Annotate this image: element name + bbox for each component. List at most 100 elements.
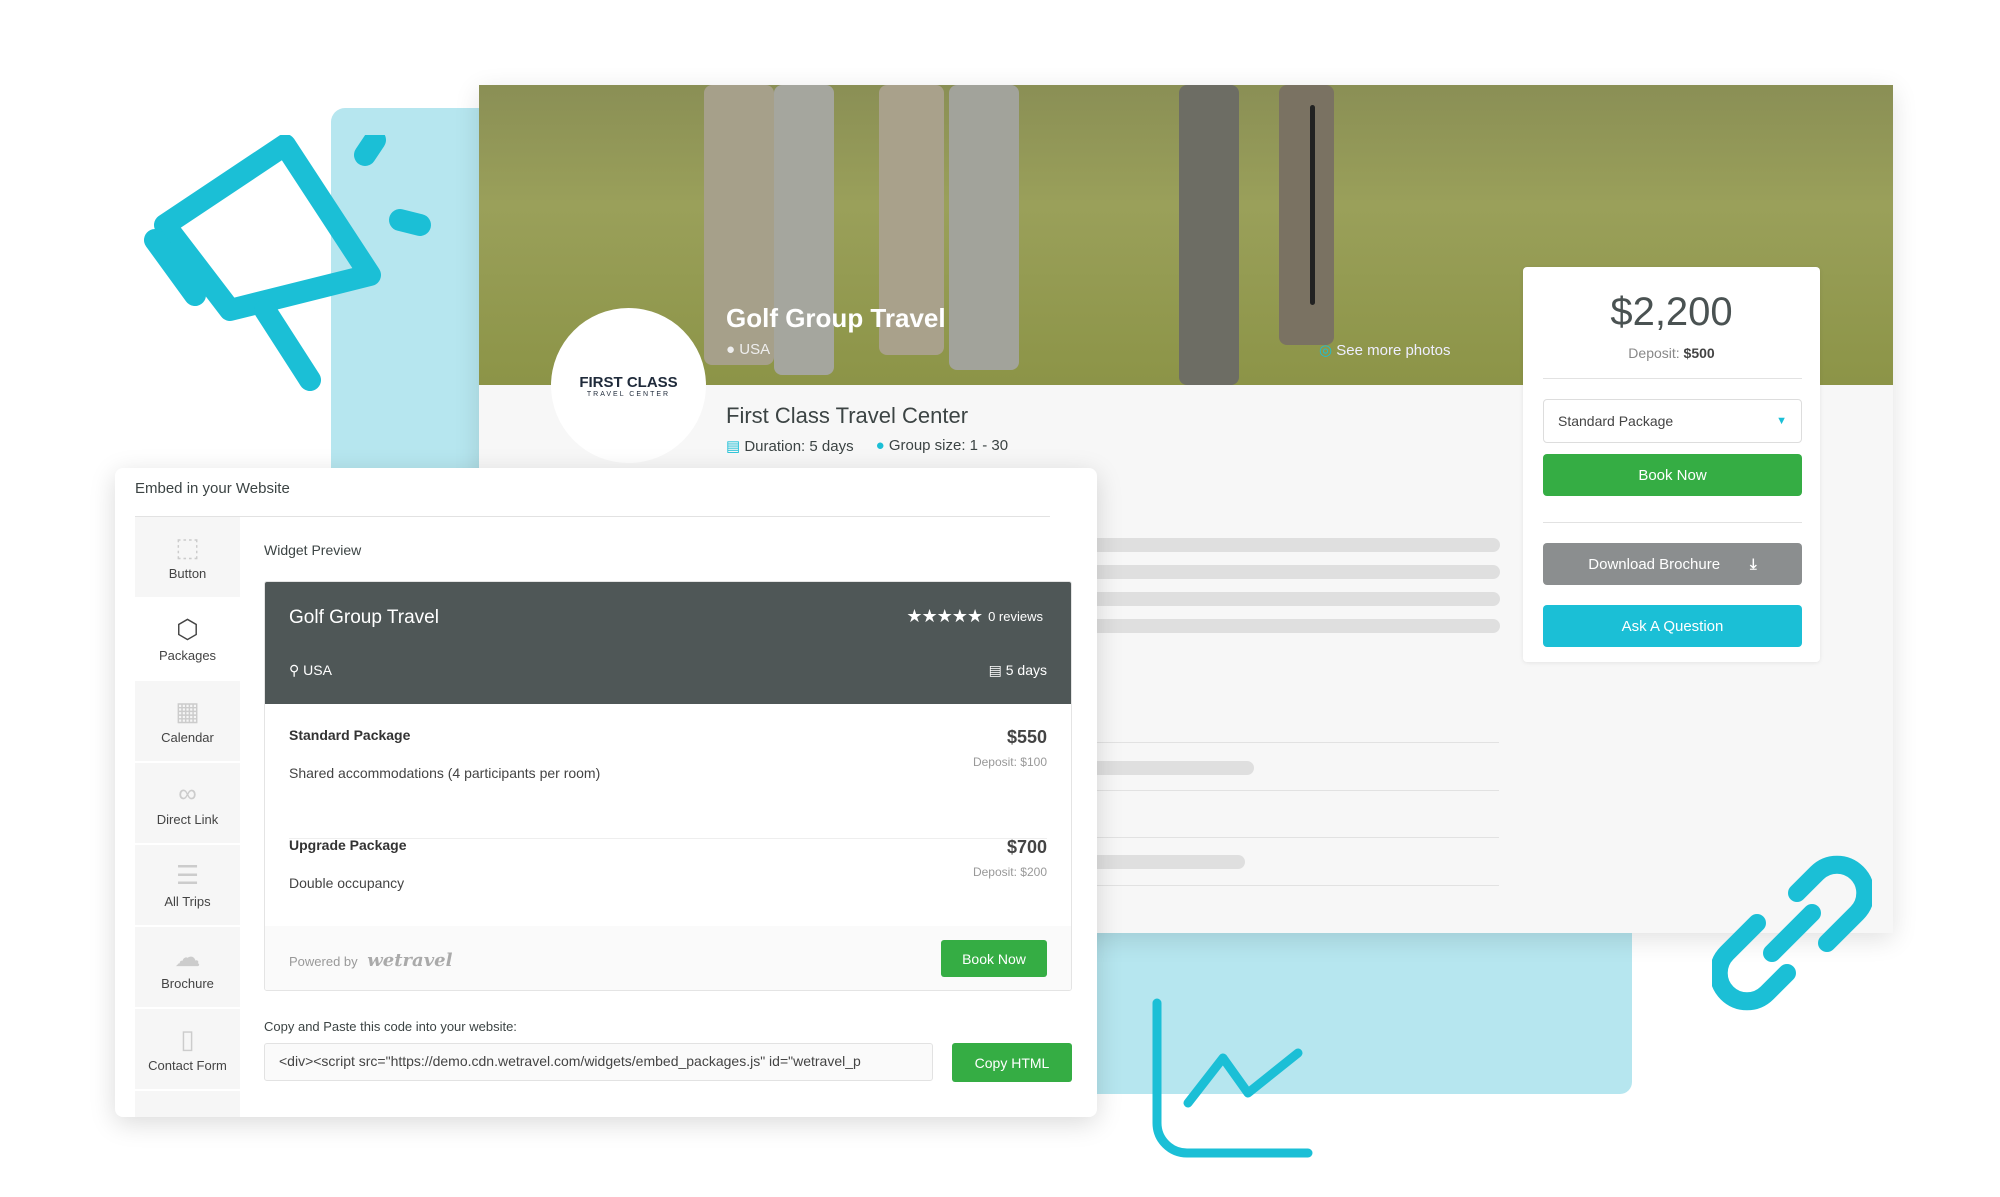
package-select-value: Standard Package — [1558, 413, 1674, 429]
deposit: Deposit: $500 — [1523, 345, 1820, 361]
placeholder-bar — [1079, 592, 1500, 606]
divider — [1079, 742, 1499, 743]
widget-rating: ★★★★★ 0 reviews — [906, 606, 1043, 627]
ask-question-button[interactable]: Ask A Question — [1543, 605, 1802, 647]
trip-meta: ▤ Duration: 5 days ● Group size: 1 - 30 — [726, 437, 1008, 455]
divider — [1079, 885, 1499, 886]
widget-preview: Golf Group Travel ★★★★★ 0 reviews ⚲ USA ▤… — [264, 581, 1072, 991]
widget-location: ⚲ USA — [289, 662, 332, 679]
divider — [135, 516, 1050, 517]
sidebar-item-button[interactable]: ⬚ Button — [135, 517, 240, 599]
sidebar-item-packages[interactable]: ⬡ Packages — [135, 599, 240, 681]
reviews-count: 0 reviews — [988, 609, 1043, 624]
person-icon: ● — [875, 437, 889, 454]
see-more-photos-link[interactable]: ◎ See more photos — [1319, 341, 1451, 359]
powered-by-text: Powered by — [289, 954, 358, 969]
download-brochure-button[interactable]: Download Brochure ⤓ — [1543, 543, 1802, 585]
trip-price: $2,200 — [1610, 290, 1733, 334]
embed-panel: Embed in your Website ⬚ Button ⬡ Packages … — [115, 468, 1097, 1117]
hero-trip-title: Golf Group Travel — [726, 303, 946, 333]
package-price: $700 — [1006, 837, 1047, 857]
widget-footer: Powered by wetravel Book Now — [265, 926, 1071, 990]
link-icon: ∞ — [178, 777, 197, 808]
divider — [1079, 837, 1499, 838]
sidebar-item-label: Packages — [158, 647, 217, 663]
chevron-down-icon: ▼ — [1776, 415, 1787, 427]
code-label: Copy and Paste this code into your websi… — [264, 1019, 517, 1034]
sidebar-item-label: Calendar — [161, 729, 214, 745]
embed-title: Embed in your Website — [135, 480, 290, 497]
deposit-value: $500 — [1683, 345, 1715, 361]
download-icon: ⤓ — [1750, 555, 1757, 573]
divider — [1543, 522, 1802, 523]
widget-book-now-button[interactable]: Book Now — [941, 940, 1047, 977]
widget-location-text: USA — [303, 662, 332, 678]
package-row: Standard Package Shared accommodations (… — [289, 727, 1047, 839]
calendar-icon: ▦ — [175, 695, 200, 726]
camera-icon: ◎ — [1319, 342, 1337, 359]
location-pin-icon: ● — [726, 341, 740, 358]
book-now-button[interactable]: Book Now — [1543, 454, 1802, 496]
package-name: Upgrade Package — [289, 837, 407, 853]
embed-type-sidebar: ⬚ Button ⬡ Packages ▦ Calendar ∞ Direct Link… — [135, 517, 240, 1117]
calendar-icon: ▤ — [988, 662, 1006, 678]
divider — [1079, 790, 1499, 791]
sidebar-item-label: All Trips — [164, 893, 211, 909]
powered-by: Powered by wetravel — [289, 950, 452, 971]
widget-duration: ▤ 5 days — [989, 662, 1047, 679]
hero-location-text: USA — [739, 341, 771, 358]
organizer-logo: FIRST CLASS TRAVEL CENTER — [551, 308, 706, 463]
calendar-icon: ▤ — [726, 438, 745, 455]
wetravel-logo: wetravel — [367, 950, 453, 971]
placeholder-bar — [1079, 761, 1254, 775]
logo-text: FIRST CLASS — [579, 373, 678, 391]
sidebar-item-label: Brochure — [161, 975, 214, 991]
placeholder-bar — [1079, 565, 1500, 579]
package-name: Standard Package — [289, 727, 411, 743]
widget-preview-label: Widget Preview — [264, 542, 362, 558]
sidebar-item-label: Contact Form — [148, 1057, 227, 1073]
placeholder-bar — [1079, 538, 1500, 552]
sidebar-item-direct-link[interactable]: ∞ Direct Link — [135, 763, 240, 845]
package-deposit: Deposit: $200 — [972, 865, 1047, 879]
group-size-text: Group size: 1 - 30 — [888, 437, 1009, 454]
sidebar-item-label: Button — [168, 565, 207, 581]
placeholder-bar — [1079, 619, 1500, 633]
sidebar-item-contact-form[interactable]: ▯ Contact Form — [135, 1009, 240, 1091]
sidebar-item-brochure[interactable]: ☁ Brochure — [135, 927, 240, 1009]
duration: ▤ Duration: 5 days — [726, 437, 854, 455]
group-size: ● Group size: 1 - 30 — [876, 437, 1008, 455]
cursor-icon: ⬚ — [175, 531, 200, 562]
widget-duration-text: 5 days — [1005, 662, 1047, 678]
location-pin-icon: ⚲ — [289, 662, 304, 678]
package-deposit: Deposit: $100 — [972, 755, 1047, 769]
sidebar-item-label: Direct Link — [156, 811, 219, 827]
divider — [1543, 378, 1802, 379]
document-icon: ▯ — [180, 1023, 195, 1054]
package-desc: Shared accommodations (4 participants pe… — [289, 765, 601, 781]
duration-text: Duration: 5 days — [744, 438, 854, 455]
organizer-name: First Class Travel Center — [726, 403, 969, 428]
package-price: $550 — [1006, 727, 1047, 747]
see-more-photos-text: See more photos — [1336, 342, 1451, 359]
sidebar-item-calendar[interactable]: ▦ Calendar — [135, 681, 240, 763]
cube-icon: ⬡ — [176, 613, 199, 644]
widget-title: Golf Group Travel — [289, 607, 439, 628]
download-brochure-label: Download Brochure — [1588, 555, 1721, 573]
star-rating-icon: ★★★★★ — [906, 606, 983, 626]
placeholder-bar — [1079, 855, 1245, 869]
chart-trend-icon — [1152, 998, 1313, 1158]
megaphone-icon — [144, 135, 431, 391]
copy-html-button[interactable]: Copy HTML — [952, 1043, 1072, 1082]
hero-location: ● USA — [726, 341, 770, 358]
link-icon — [1712, 855, 1872, 1011]
package-desc: Double occupancy — [289, 875, 405, 891]
widget-header: Golf Group Travel ★★★★★ 0 reviews ⚲ USA ▤… — [265, 582, 1071, 704]
logo-subtext: TRAVEL CENTER — [586, 390, 671, 398]
embed-code-input[interactable]: <div><script src="https://demo.cdn.wetra… — [264, 1043, 933, 1081]
deposit-label: Deposit: — [1628, 345, 1680, 361]
cloud-download-icon: ☁ — [174, 941, 201, 972]
sidebar-item-all-trips[interactable]: ☰ All Trips — [135, 845, 240, 927]
package-select[interactable]: Standard Package ▼ — [1543, 399, 1802, 443]
list-icon: ☰ — [175, 859, 200, 890]
